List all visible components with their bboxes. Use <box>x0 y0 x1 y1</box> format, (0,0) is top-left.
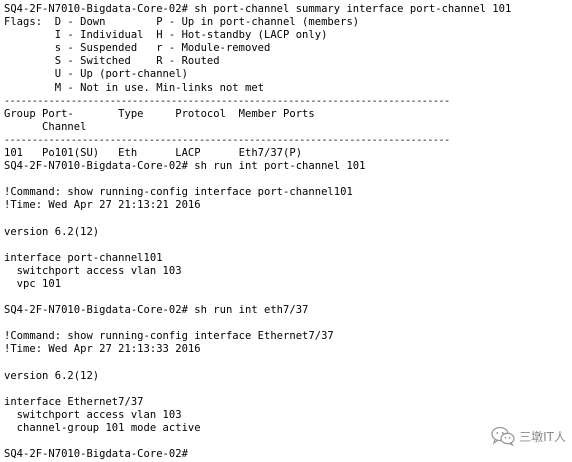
terminal-line: channel-group 101 mode active <box>4 422 201 434</box>
terminal-line: SQ4-2F-N7010-Bigdata-Core-02# sh run int… <box>4 304 309 317</box>
terminal-prompt[interactable]: SQ4-2F-N7010-Bigdata-Core-02# <box>4 448 568 461</box>
terminal-line: M - Not in use. Min-links not met <box>4 81 265 94</box>
terminal-line: Group Port- Type Protocol Member Ports <box>4 107 315 120</box>
terminal-line: 101 Po101(SU) Eth LACP Eth7/37(P) <box>4 147 303 160</box>
terminal-line: SQ4-2F-N7010-Bigdata-Core-02# sh port-ch… <box>4 3 512 15</box>
terminal-line: vpc 101 <box>4 277 62 290</box>
terminal-line: Channel <box>4 120 87 133</box>
terminal-line: !Command: show running-config interface … <box>4 186 353 199</box>
terminal-line: interface Ethernet7/37 <box>4 395 144 408</box>
terminal-line: switchport access vlan 103 <box>4 408 182 421</box>
terminal-line: !Time: Wed Apr 27 21:13:21 2016 <box>4 199 201 212</box>
terminal-line: !Time: Wed Apr 27 21:13:33 2016 <box>4 343 201 356</box>
separator-line: ----------------------------------------… <box>4 95 450 107</box>
terminal-line: U - Up (port-channel) <box>4 68 188 81</box>
terminal-line: interface port-channel101 <box>4 251 163 264</box>
terminal-line: !Command: show running-config interface … <box>4 330 334 343</box>
terminal-line: I - Individual H - Hot-standby (LACP onl… <box>4 29 328 42</box>
watermark: 三墩IT人 <box>491 426 566 446</box>
watermark-text: 三墩IT人 <box>519 429 566 444</box>
separator-line: ----------------------------------------… <box>4 134 450 146</box>
terminal-line: switchport access vlan 103 <box>4 264 182 277</box>
terminal-line: s - Suspended r - Module-removed <box>4 42 271 55</box>
terminal-line: version 6.2(12) <box>4 369 100 382</box>
terminal-line: S - Switched R - Routed <box>4 55 220 68</box>
terminal-line: Flags: D - Down P - Up in port-channel (… <box>4 16 360 29</box>
wechat-icon <box>491 426 515 446</box>
terminal-output[interactable]: SQ4-2F-N7010-Bigdata-Core-02# sh port-ch… <box>0 0 572 462</box>
terminal-line: SQ4-2F-N7010-Bigdata-Core-02# sh run int… <box>4 160 366 173</box>
terminal-line: version 6.2(12) <box>4 225 100 238</box>
